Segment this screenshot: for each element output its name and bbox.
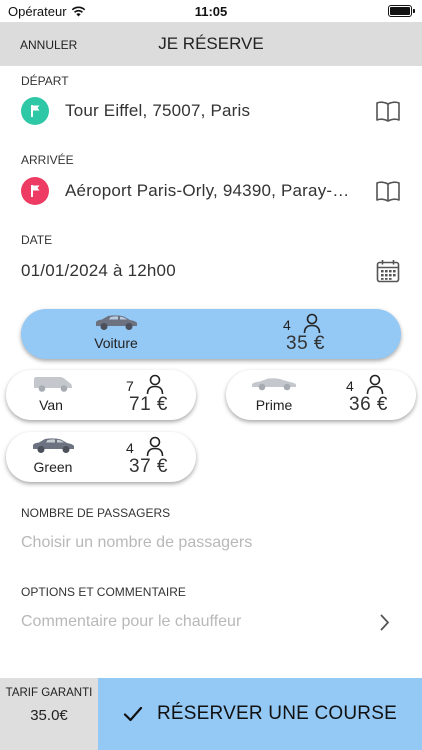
reserve-button[interactable]: RÉSERVER UNE COURSE (98, 678, 422, 750)
battery-icon (388, 5, 415, 17)
vehicle-capacity: 4 (126, 440, 134, 456)
vehicle-price: 37 € (129, 456, 168, 477)
vehicle-name: Van (39, 397, 63, 413)
arrival-field[interactable]: Aéroport Paris-Orly, 94390, Paray-Vieill… (21, 176, 401, 206)
comment-field[interactable]: Commentaire pour le chauffeur (21, 613, 241, 631)
vehicle-capacity: 4 (346, 378, 354, 394)
arrival-flag-icon (21, 177, 49, 205)
navigation-bar: ANNULER JE RÉSERVE (0, 22, 422, 66)
vehicle-capacity: 7 (126, 378, 134, 394)
departure-flag-icon (21, 97, 49, 125)
vehicle-capacity: 4 (283, 317, 291, 333)
arrival-address: Aéroport Paris-Orly, 94390, Paray-Vieill… (65, 181, 359, 200)
passengers-label: NOMBRE DE PASSAGERS (21, 506, 171, 520)
fare-label: TARIF GARANTI (5, 687, 93, 699)
status-time: 11:05 (194, 4, 228, 19)
vehicle-price: 35 € (286, 333, 325, 354)
vehicle-option-van[interactable]: Van 7 71 € (6, 370, 196, 420)
car-icon (96, 315, 137, 330)
date-field[interactable]: 01/01/2024 à 12h00 (21, 256, 401, 286)
vehicle-name: Prime (255, 397, 293, 413)
vehicle-name: Green (33, 459, 73, 475)
passengers-select[interactable]: Choisir un nombre de passagers (21, 534, 252, 552)
address-book-icon[interactable] (375, 178, 401, 204)
sports-car-icon (252, 378, 296, 391)
guaranteed-fare: TARIF GARANTI 35.0€ (0, 678, 98, 750)
calendar-icon[interactable] (375, 258, 401, 284)
person-icon (303, 313, 321, 334)
fare-value: 35.0€ (30, 707, 68, 724)
chevron-right-icon[interactable] (380, 614, 390, 631)
options-label: OPTIONS ET COMMENTAIRE (21, 585, 186, 599)
bottom-bar: TARIF GARANTI 35.0€ RÉSERVER UNE COURSE (0, 678, 422, 750)
address-book-icon[interactable] (375, 98, 401, 124)
car-icon (33, 438, 74, 453)
date-value: 01/01/2024 à 12h00 (21, 261, 176, 280)
departure-label: DÉPART (21, 74, 69, 88)
vehicle-option-prime[interactable]: Prime 4 36 € (226, 370, 416, 420)
person-icon (366, 374, 384, 395)
reserve-label: RÉSERVER UNE COURSE (157, 703, 397, 724)
status-bar: Opérateur 11:05 (0, 0, 422, 22)
vehicle-name: Voiture (94, 335, 138, 351)
vehicle-price: 36 € (349, 394, 388, 415)
van-icon (34, 377, 72, 392)
date-label: DATE (21, 233, 53, 247)
vehicle-option-green[interactable]: Green 4 37 € (6, 432, 196, 482)
arrival-label: ARRIVÉE (21, 153, 74, 167)
person-icon (146, 374, 164, 395)
page-title: JE RÉSERVE (158, 34, 264, 53)
vehicle-price: 71 € (129, 394, 168, 415)
vehicle-option-voiture[interactable]: Voiture 4 35 € (21, 309, 401, 359)
check-icon (123, 706, 143, 722)
person-icon (146, 436, 164, 457)
departure-address: Tour Eiffel, 75007, Paris (65, 101, 251, 120)
departure-field[interactable]: Tour Eiffel, 75007, Paris (21, 96, 401, 126)
